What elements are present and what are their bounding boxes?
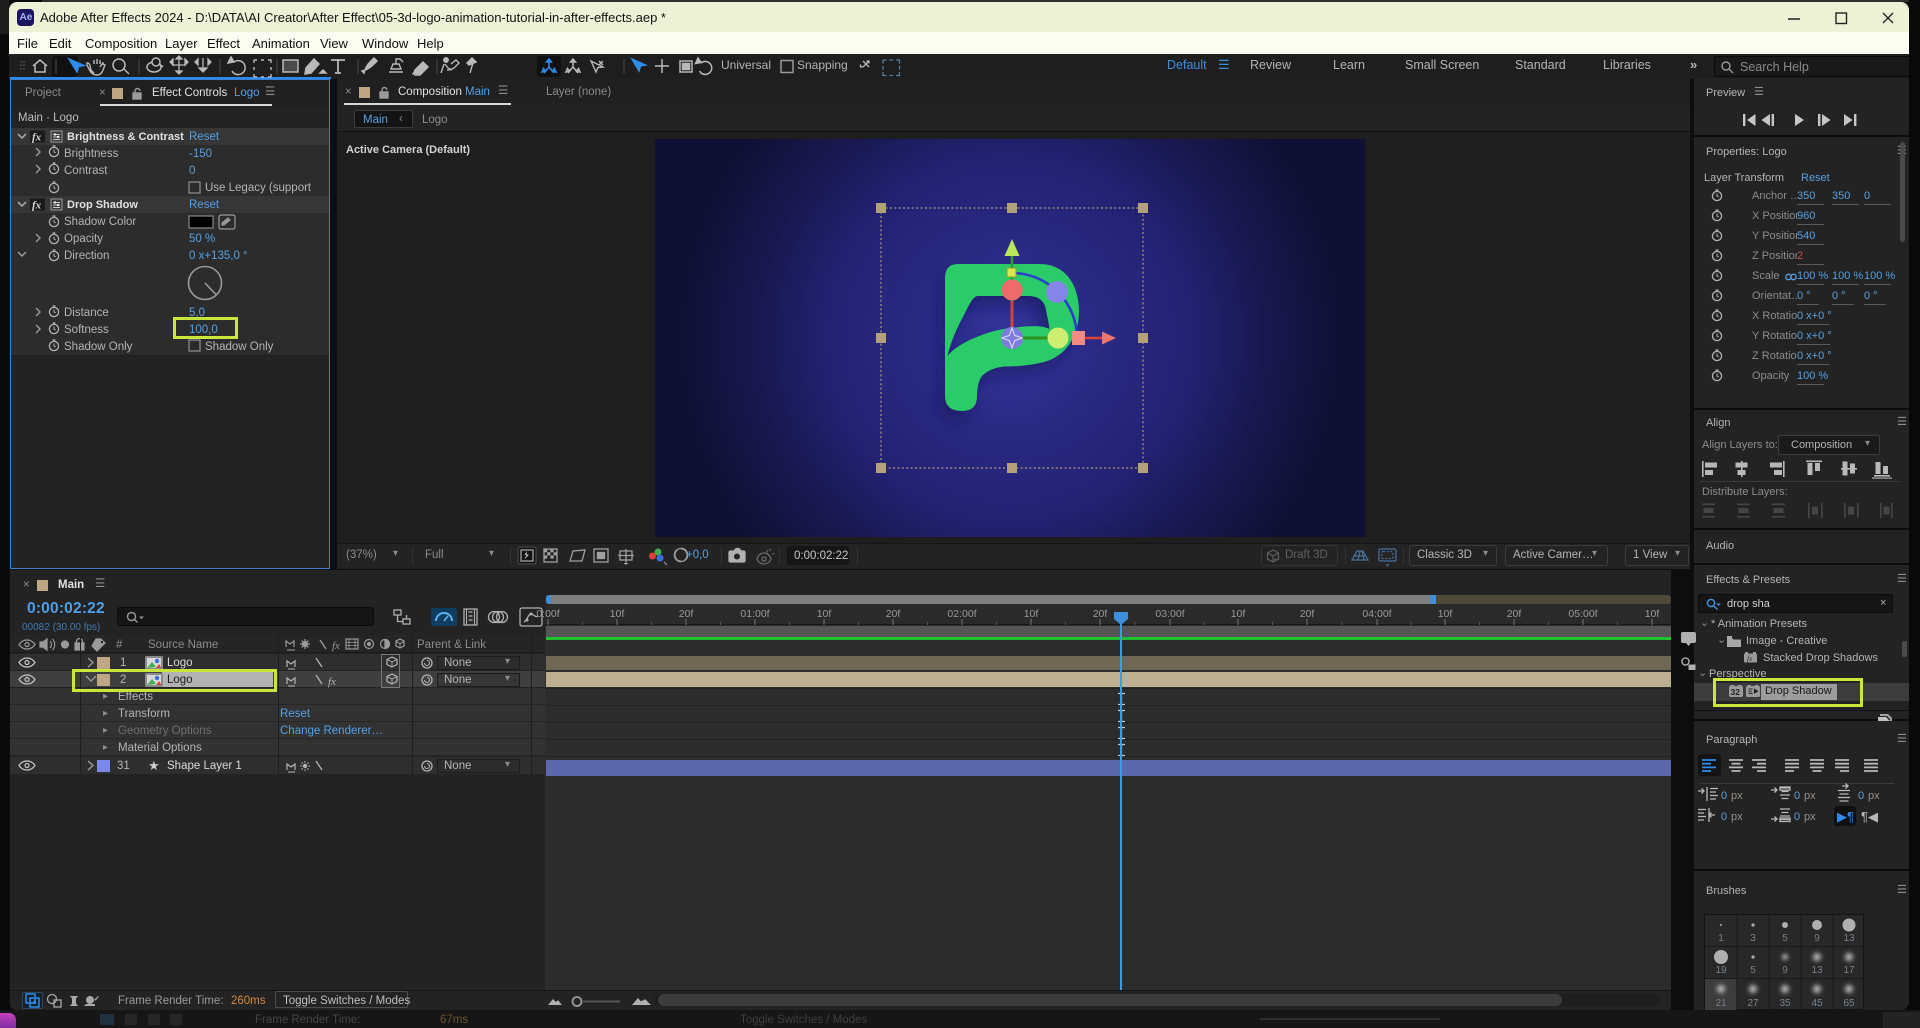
svg-text:fx: fx [1747, 655, 1753, 663]
svg-text:fx: fx [332, 640, 340, 652]
svg-text:fx: fx [328, 676, 336, 688]
